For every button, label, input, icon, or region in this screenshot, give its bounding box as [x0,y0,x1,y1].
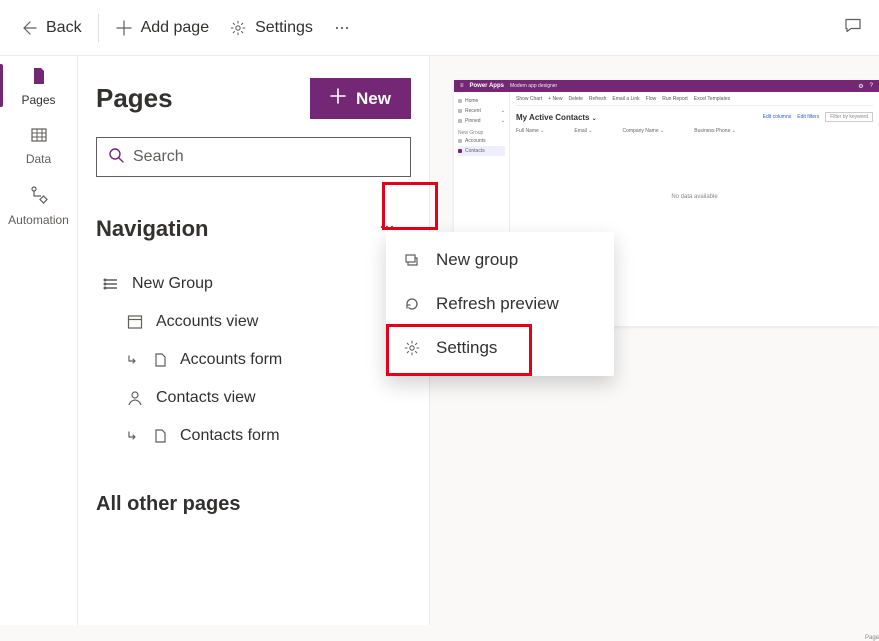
overflow-button[interactable] [323,13,361,43]
tree-item-accounts-view[interactable]: Accounts view [96,303,411,341]
preview-app-name: Modern app designer [510,83,557,89]
table-icon [29,125,49,148]
tree-label: Contacts form [180,427,280,445]
navigation-heading: Navigation [96,216,208,242]
new-page-button[interactable]: New [310,78,411,119]
comments-button[interactable] [835,9,871,46]
navigation-context-menu: New group Refresh preview Settings [386,232,614,376]
tree-label: Accounts form [180,351,282,369]
menu-item-settings[interactable]: Settings [386,326,614,370]
hamburger-icon: ≡ [460,83,464,89]
menu-item-new-group[interactable]: New group [386,238,614,282]
more-horizontal-icon [333,19,351,37]
menu-label: Settings [436,338,497,358]
chat-icon [843,22,863,39]
menu-label: Refresh preview [436,294,559,314]
flow-icon [28,184,50,209]
menu-item-refresh-preview[interactable]: Refresh preview [386,282,614,326]
pages-panel: Pages New Navigation New Group [78,56,430,625]
back-button[interactable]: Back [8,12,92,44]
tree-item-contacts-form[interactable]: Contacts form [96,417,411,455]
arrow-left-icon [18,18,38,38]
plus-icon [330,88,346,109]
tree-item-contacts-view[interactable]: Contacts view [96,379,411,417]
form-icon [152,352,168,368]
tree-group[interactable]: New Group [96,265,411,303]
tree-group-label: New Group [132,275,213,293]
divider [98,14,99,42]
add-page-label: Add page [141,19,210,37]
top-command-bar: Back Add page Settings [0,0,879,56]
back-label: Back [46,19,82,37]
form-icon [152,428,168,444]
rail-item-pages[interactable]: Pages [0,56,77,115]
tree-label: Contacts view [156,389,256,407]
preview-brand: Power Apps [470,83,504,89]
settings-label: Settings [255,19,313,37]
search-input[interactable] [133,148,400,166]
all-other-pages-heading: All other pages [96,493,411,516]
gear-icon [229,19,247,37]
new-button-label: New [356,89,391,109]
person-icon [126,389,144,407]
subpage-arrow-icon [126,353,140,367]
tree-item-accounts-form[interactable]: Accounts form [96,341,411,379]
navigation-tree: New Group Accounts view Accounts form Co… [96,265,411,455]
rail-label-pages: Pages [21,93,55,107]
preview-footer: Page [865,635,879,641]
add-page-button[interactable]: Add page [105,13,220,43]
menu-label: New group [436,250,518,270]
tree-label: Accounts view [156,313,258,331]
search-box[interactable] [96,137,411,177]
left-nav-rail: Pages Data Automation [0,56,78,625]
page-icon [29,66,49,89]
subpage-arrow-icon [126,429,140,443]
rail-label-data: Data [26,152,51,166]
gear-icon [402,339,422,357]
refresh-icon [402,295,422,313]
rail-label-automation: Automation [8,213,69,227]
settings-button[interactable]: Settings [219,13,323,43]
panel-title: Pages [96,83,173,114]
rail-item-data[interactable]: Data [0,115,77,174]
plus-icon [115,19,133,37]
new-group-icon [402,251,422,269]
rail-item-automation[interactable]: Automation [0,174,77,235]
view-icon [126,313,144,331]
group-icon [102,275,120,293]
search-icon [107,146,125,169]
